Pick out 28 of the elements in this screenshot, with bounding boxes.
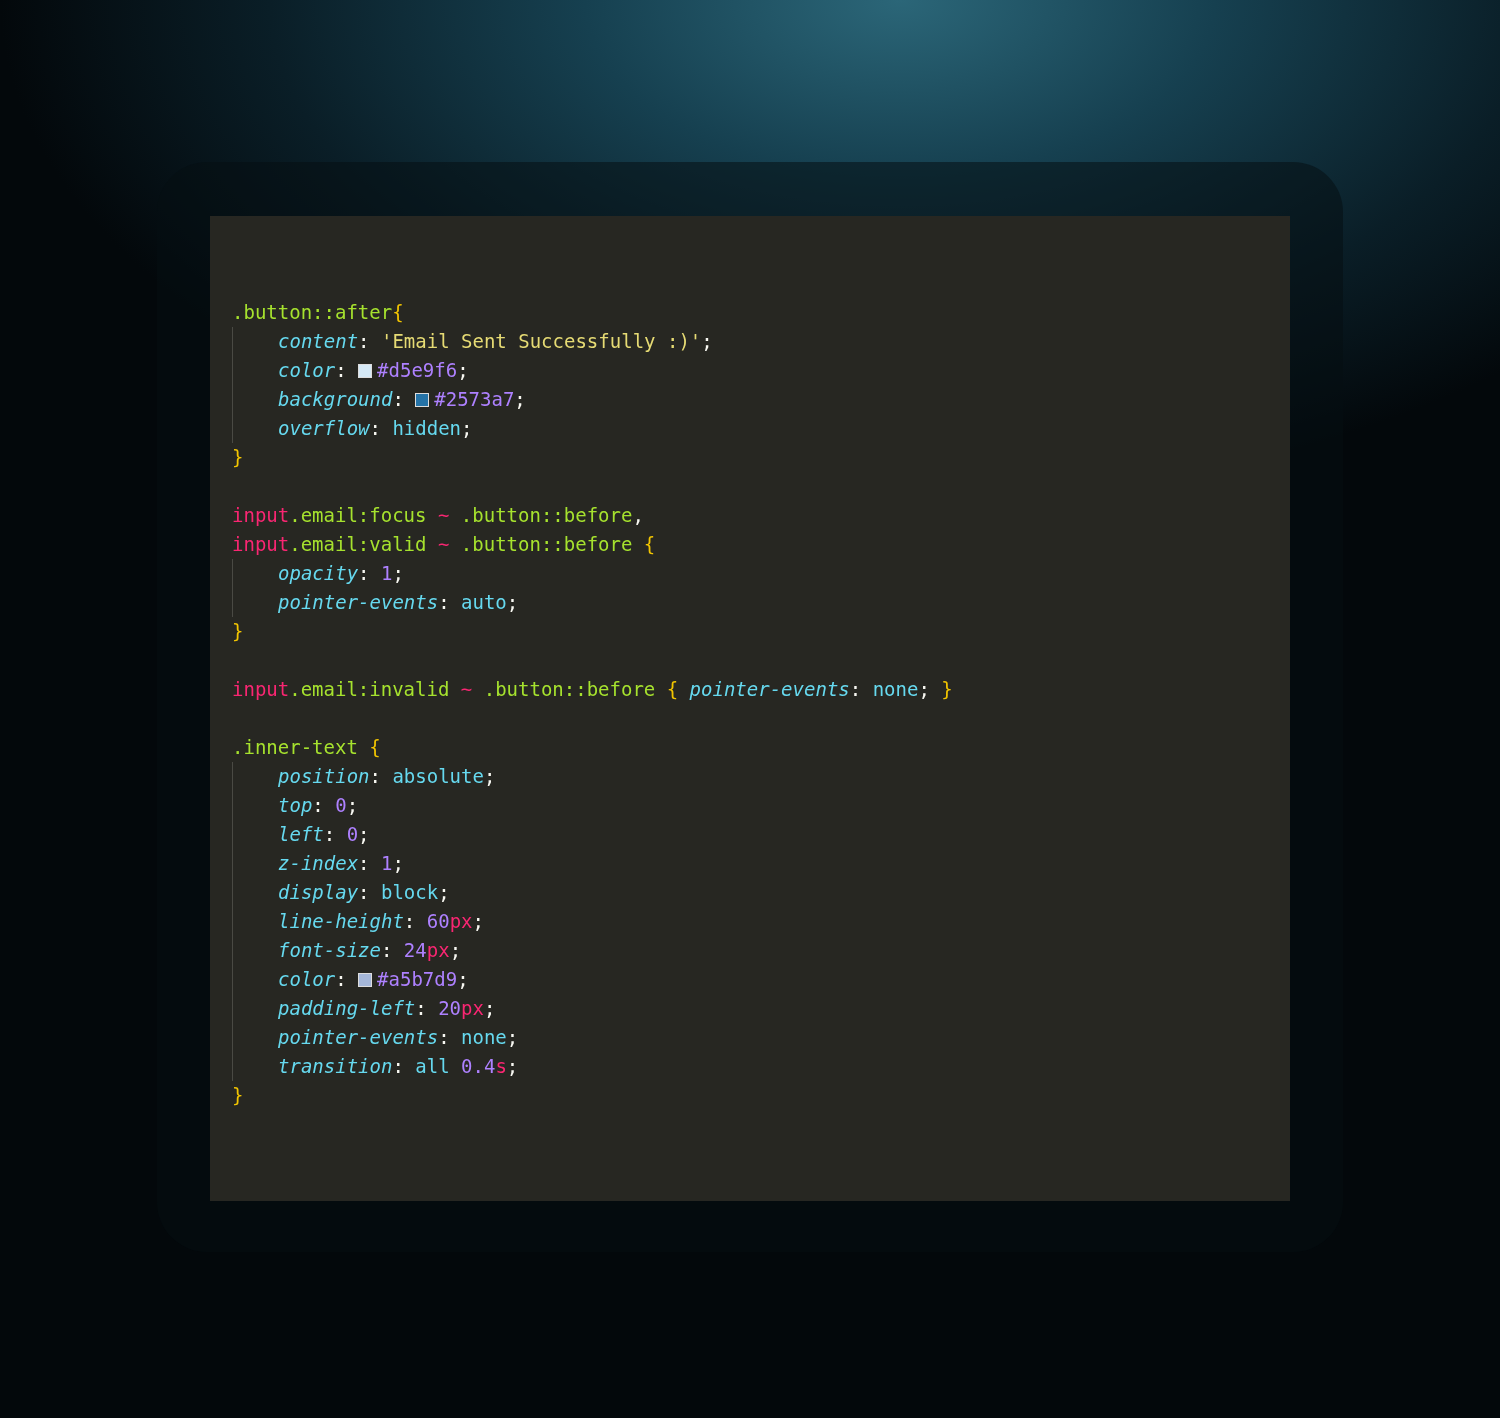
code-text: } — [232, 1083, 244, 1108]
code-text: overflow: hidden; — [278, 416, 473, 441]
code-text: content: 'Email Sent Successfully :)'; — [278, 329, 713, 354]
code-text: input.email:invalid ~ .button::before { pointer-events: none; } — [232, 677, 953, 702]
code-text: top: 0; — [278, 793, 359, 818]
code-text: input.email:valid ~ .button::before { — [232, 532, 656, 557]
code-text: z-index: 1; — [278, 851, 404, 876]
code-text: color: — [278, 358, 348, 383]
code-text: } — [232, 445, 244, 470]
code-text: color: — [278, 967, 348, 992]
code-text: transition: all 0.4s; — [278, 1054, 519, 1079]
code-text: } — [232, 619, 244, 644]
code-text: #a5b7d9; — [377, 967, 469, 992]
code-text: background: — [278, 387, 405, 412]
code-text: pointer-events: none; — [278, 1025, 519, 1050]
code-text: pointer-events: auto; — [278, 590, 519, 615]
code-text: .button::after{ — [232, 300, 404, 325]
code-text: line-height: 60px; — [278, 909, 484, 934]
code-text: #2573a7; — [434, 387, 526, 412]
code-text: left: 0; — [278, 822, 370, 847]
code-text: opacity: 1; — [278, 561, 404, 586]
code-text: padding-left: 20px; — [278, 996, 496, 1021]
code-text: position: absolute; — [278, 764, 496, 789]
code-text: #d5e9f6; — [377, 358, 469, 383]
code-text: .inner-text { — [232, 735, 381, 760]
code-text: input.email:focus ~ .button::before, — [232, 503, 644, 528]
code-text: font-size: 24px; — [278, 938, 462, 963]
code-text: display: block; — [278, 880, 450, 905]
